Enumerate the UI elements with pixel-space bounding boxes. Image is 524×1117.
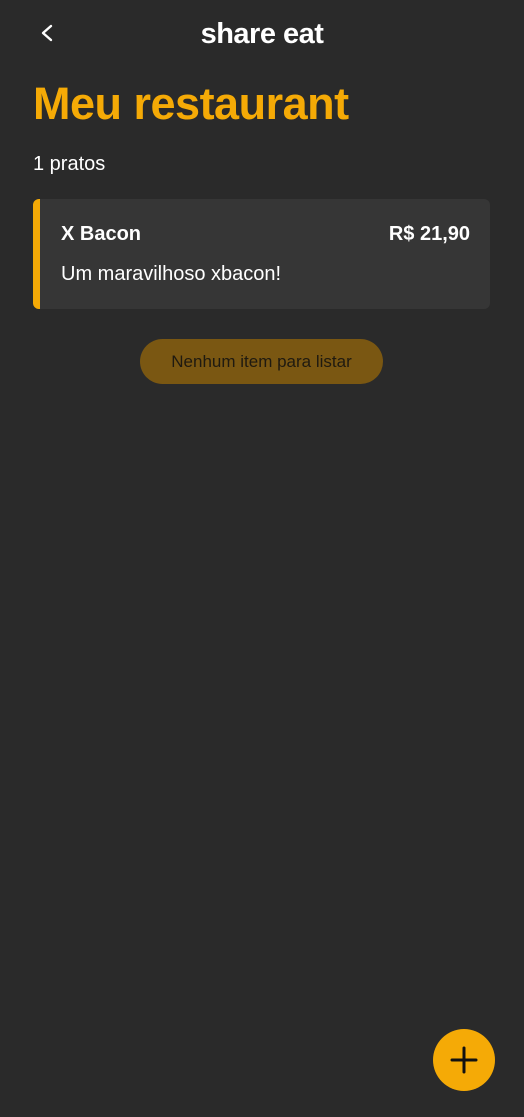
app-header: share eat <box>0 0 524 72</box>
empty-state-badge: Nenhum item para listar <box>140 339 383 384</box>
dish-description: Um maravilhoso xbacon! <box>61 263 282 285</box>
dish-count: 1 pratos <box>33 153 106 175</box>
plus-icon <box>450 1046 478 1074</box>
app-title: share eat <box>200 18 324 50</box>
dish-card-accent-bar <box>33 199 40 309</box>
dish-price: R$ 21,90 <box>388 223 470 245</box>
dish-name: X Bacon <box>61 223 142 245</box>
dish-card[interactable]: X Bacon R$ 21,90 Um maravilhoso xbacon! <box>33 199 490 309</box>
page-title: Meu restaurant <box>33 78 349 129</box>
add-dish-button[interactable] <box>433 1029 495 1091</box>
